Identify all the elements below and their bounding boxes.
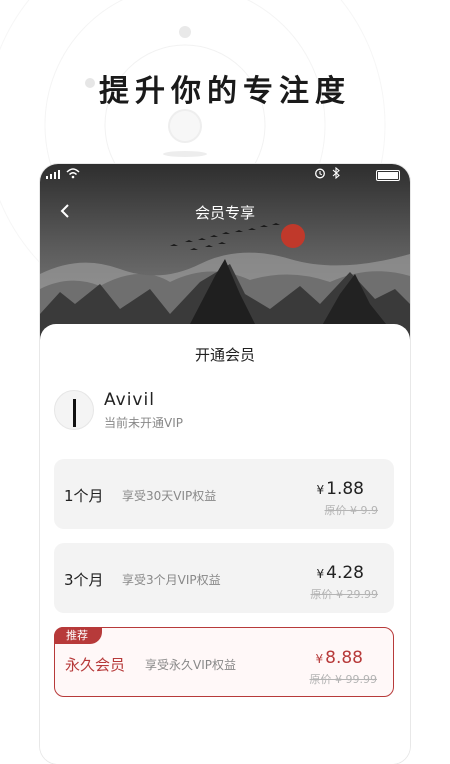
plan-price: ¥4.28 bbox=[316, 563, 365, 583]
page-headline: 提升你的专注度 bbox=[99, 74, 351, 109]
plan-desc: 享受3个月VIP权益 bbox=[122, 573, 221, 587]
membership-sheet: 开通会员 Avivil 当前未开通VIP 1个月 享受30天VIP权益 ¥1.8… bbox=[40, 324, 410, 764]
plan-original-price: 原价 ¥ 99.99 bbox=[309, 673, 377, 686]
vip-status-text: 当前未开通VIP bbox=[104, 416, 183, 430]
plan-name: 3个月 bbox=[64, 571, 104, 589]
user-name: Avivil bbox=[104, 390, 155, 410]
wifi-icon bbox=[66, 168, 80, 179]
plan-3-months[interactable]: 3个月 享受3个月VIP权益 ¥4.28 原价 ¥ 29.99 bbox=[54, 543, 394, 613]
phone-frame: 会员专享 开通会员 Avivil 当前未开通VIP 1个月 享受30天VIP权益… bbox=[40, 164, 410, 764]
plan-price: ¥8.88 bbox=[315, 648, 364, 668]
ink-landscape-header bbox=[40, 164, 410, 344]
signal-icon bbox=[46, 170, 60, 179]
battery-icon bbox=[376, 170, 400, 181]
nav-title: 会员专享 bbox=[194, 204, 255, 222]
bluetooth-icon bbox=[332, 167, 340, 179]
nav-bar: 会员专享 bbox=[40, 198, 410, 224]
plan-price: ¥1.88 bbox=[316, 479, 365, 499]
sheet-title: 开通会员 bbox=[194, 346, 255, 364]
plan-name: 1个月 bbox=[64, 487, 104, 505]
plan-original-price: 原价 ¥ 29.99 bbox=[310, 588, 378, 601]
recommended-badge: 推荐 bbox=[54, 627, 102, 644]
status-bar bbox=[40, 164, 410, 186]
plan-1-month[interactable]: 1个月 享受30天VIP权益 ¥1.88 原价 ¥ 9.9 bbox=[54, 459, 394, 529]
plan-lifetime[interactable]: 推荐 永久会员 享受永久VIP权益 ¥8.88 原价 ¥ 99.99 bbox=[54, 627, 394, 697]
avatar[interactable] bbox=[54, 390, 94, 430]
alarm-icon bbox=[315, 168, 325, 179]
plan-name: 永久会员 bbox=[65, 656, 126, 674]
user-info: Avivil 当前未开通VIP bbox=[54, 390, 394, 436]
red-sun-icon bbox=[281, 224, 305, 248]
plan-original-price: 原价 ¥ 9.9 bbox=[324, 504, 379, 517]
plan-desc: 享受30天VIP权益 bbox=[122, 489, 217, 503]
plan-desc: 享受永久VIP权益 bbox=[145, 658, 236, 672]
